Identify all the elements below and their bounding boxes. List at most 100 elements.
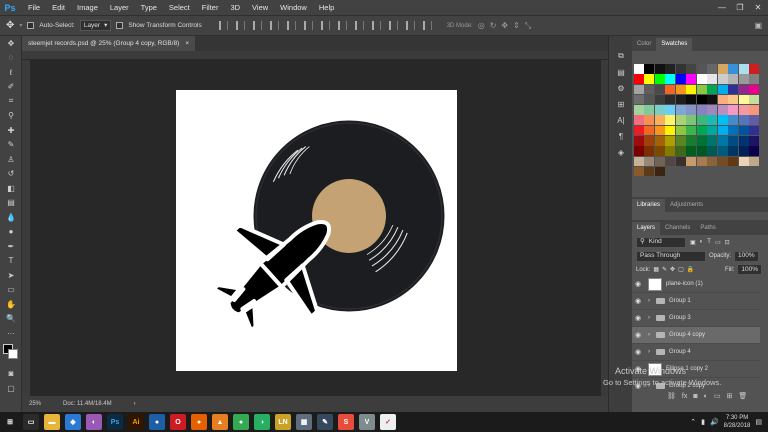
distribute-top-icon[interactable] bbox=[320, 21, 330, 30]
visibility-eye-icon[interactable]: ◉ bbox=[632, 314, 644, 322]
menu-3d[interactable]: 3D bbox=[224, 0, 246, 15]
swatch[interactable] bbox=[717, 156, 728, 167]
swatch[interactable] bbox=[696, 94, 707, 105]
taskbar-opera-icon[interactable]: O bbox=[170, 414, 186, 430]
swatch[interactable] bbox=[707, 146, 718, 156]
layer-row[interactable]: ◉ › Group 4 bbox=[632, 344, 760, 361]
taskbar-ln-app-icon[interactable]: LN bbox=[275, 414, 291, 430]
tray-expand-icon[interactable]: ⌃ bbox=[690, 418, 696, 426]
layer-row[interactable]: ◉ plane-icon (1) bbox=[632, 276, 760, 293]
layer-row[interactable]: ◉ › Group 4 copy bbox=[632, 327, 760, 344]
swatch[interactable] bbox=[738, 115, 749, 125]
swatch[interactable] bbox=[728, 105, 739, 115]
swatch[interactable] bbox=[696, 156, 707, 167]
gradient-tool-icon[interactable]: ▤ bbox=[0, 196, 22, 211]
properties-icon[interactable]: ▤ bbox=[609, 64, 633, 80]
swatch[interactable] bbox=[749, 125, 760, 136]
blend-mode-dropdown[interactable]: Pass Through bbox=[636, 250, 706, 262]
trash-icon[interactable]: 🗑 bbox=[738, 392, 747, 400]
tab-color[interactable]: Color bbox=[632, 38, 656, 51]
swatch[interactable] bbox=[686, 74, 697, 84]
taskbar-paint3d-icon[interactable]: ◐ bbox=[86, 414, 102, 430]
menu-view[interactable]: View bbox=[246, 0, 274, 15]
swatch[interactable] bbox=[728, 136, 739, 146]
background-color[interactable] bbox=[8, 348, 18, 359]
kind-filter-dropdown[interactable]: ⚲ Kind bbox=[636, 236, 686, 248]
new-group-icon[interactable]: ▭ bbox=[714, 392, 721, 400]
swatch[interactable] bbox=[654, 146, 665, 156]
stamp-tool-icon[interactable]: ♙ bbox=[0, 152, 22, 167]
swatch[interactable] bbox=[686, 105, 697, 115]
swatch[interactable] bbox=[749, 74, 760, 84]
swatch[interactable] bbox=[634, 136, 644, 146]
swatch[interactable] bbox=[675, 115, 686, 125]
maximize-button[interactable]: ❐ bbox=[731, 0, 749, 15]
tab-adjustments[interactable]: Adjustments bbox=[665, 199, 708, 212]
swatch[interactable] bbox=[634, 84, 644, 95]
swatch[interactable] bbox=[675, 105, 686, 115]
swatch[interactable] bbox=[738, 105, 749, 115]
swatch[interactable] bbox=[749, 146, 760, 156]
swatch[interactable] bbox=[696, 84, 707, 95]
menu-image[interactable]: Image bbox=[71, 0, 104, 15]
swatch[interactable] bbox=[665, 84, 676, 95]
more-tools-icon[interactable]: ··· bbox=[0, 326, 22, 341]
swatch[interactable] bbox=[675, 136, 686, 146]
history-brush-icon[interactable]: ↺ bbox=[0, 167, 22, 182]
swatch[interactable] bbox=[717, 146, 728, 156]
swatch[interactable] bbox=[696, 64, 707, 74]
taskbar-task-view-icon[interactable]: ▭ bbox=[23, 414, 39, 430]
swatch[interactable] bbox=[686, 84, 697, 95]
swatch[interactable] bbox=[749, 136, 760, 146]
menu-filter[interactable]: Filter bbox=[196, 0, 225, 15]
swatch[interactable] bbox=[686, 136, 697, 146]
swatch[interactable] bbox=[696, 74, 707, 84]
swatch[interactable] bbox=[686, 125, 697, 136]
visibility-eye-icon[interactable]: ◉ bbox=[632, 280, 644, 288]
swatch[interactable] bbox=[717, 84, 728, 95]
swatch[interactable] bbox=[686, 146, 697, 156]
swatch[interactable] bbox=[665, 64, 676, 74]
swatch[interactable] bbox=[654, 136, 665, 146]
fx-icon[interactable]: fx bbox=[682, 393, 687, 400]
swatch[interactable] bbox=[654, 125, 665, 136]
slide-icon[interactable]: ⇕ bbox=[513, 21, 520, 31]
swatch[interactable] bbox=[654, 156, 665, 167]
character-icon[interactable]: A| bbox=[609, 112, 633, 128]
swatch[interactable] bbox=[728, 156, 739, 167]
marquee-tool-icon[interactable]: ◌ bbox=[0, 51, 22, 66]
quick-mask-icon[interactable]: ◙ bbox=[0, 367, 22, 382]
swatch[interactable] bbox=[634, 115, 644, 125]
menu-window[interactable]: Window bbox=[274, 0, 313, 15]
opacity-input[interactable]: 100% bbox=[734, 250, 759, 262]
swatch[interactable] bbox=[665, 74, 676, 84]
paragraph-icon[interactable]: ¶ bbox=[609, 128, 633, 144]
swatch[interactable] bbox=[749, 115, 760, 125]
swatch[interactable] bbox=[675, 74, 686, 84]
close-window-button[interactable]: ✕ bbox=[749, 0, 767, 15]
swatch[interactable] bbox=[707, 105, 718, 115]
taskbar-file-explorer-icon[interactable]: ▬ bbox=[44, 414, 60, 430]
swatch[interactable] bbox=[738, 136, 749, 146]
eraser-tool-icon[interactable]: ◧ bbox=[0, 181, 22, 196]
quick-select-tool-icon[interactable]: ✐ bbox=[0, 80, 22, 95]
swatch[interactable] bbox=[634, 74, 644, 84]
swatch[interactable] bbox=[749, 84, 760, 95]
chevron-down-icon[interactable]: ▾ bbox=[19, 22, 22, 29]
swatch[interactable] bbox=[644, 64, 655, 74]
swatch[interactable] bbox=[696, 125, 707, 136]
zoom-level[interactable]: 25% bbox=[29, 401, 41, 407]
scale-icon[interactable]: ⤡ bbox=[525, 21, 531, 31]
video-icon[interactable]: ▣ bbox=[754, 21, 762, 30]
swatch[interactable] bbox=[644, 125, 655, 136]
steemjet-records-artwork[interactable] bbox=[176, 90, 457, 371]
swatch[interactable] bbox=[686, 115, 697, 125]
swatch[interactable] bbox=[665, 125, 676, 136]
tab-layers[interactable]: Layers bbox=[632, 222, 661, 235]
swatch[interactable] bbox=[717, 125, 728, 136]
taskbar-app-grey-icon[interactable]: ▦ bbox=[296, 414, 312, 430]
filter-pixel-icon[interactable]: ▣ bbox=[690, 239, 696, 246]
clone-source-icon[interactable]: ⊞ bbox=[609, 96, 633, 112]
swatch[interactable] bbox=[707, 125, 718, 136]
distribute-left-icon[interactable] bbox=[371, 21, 381, 30]
